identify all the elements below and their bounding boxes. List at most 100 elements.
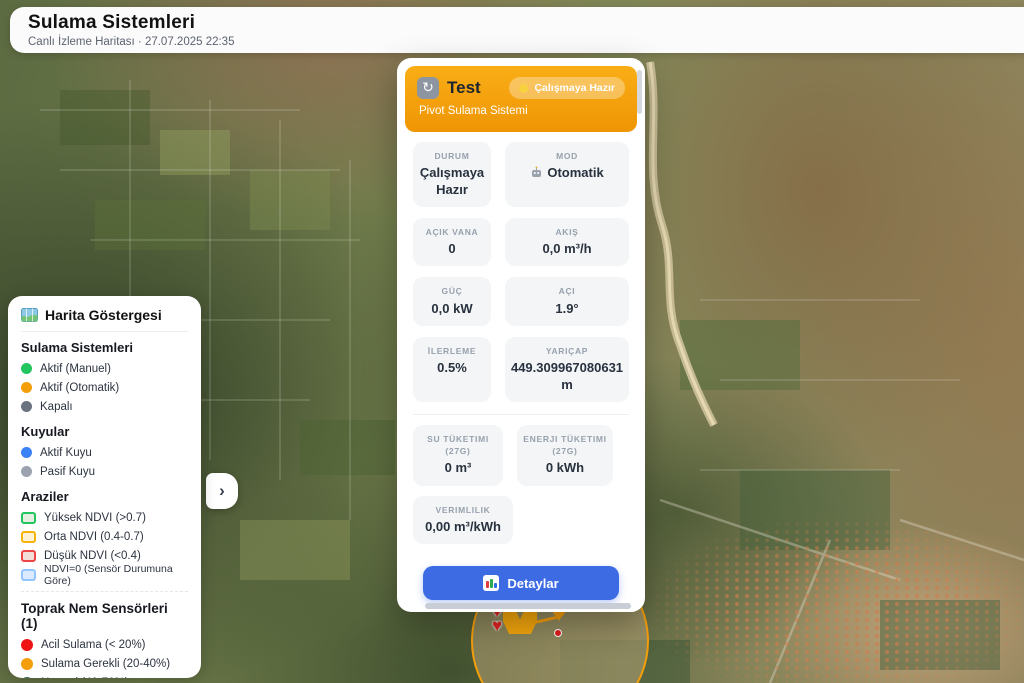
moisture-dot-green bbox=[21, 677, 33, 679]
status-dot-green bbox=[21, 363, 32, 374]
popup-header: ↻ Test Çalışmaya Hazır Pivot Sulama Sist… bbox=[405, 66, 637, 132]
map-town-area bbox=[644, 513, 1024, 683]
stat-tile-akis: AKIŞ 0,0 m³/h bbox=[505, 218, 629, 267]
stat-tile-guc: GÜÇ 0,0 kW bbox=[413, 277, 491, 326]
moisture-dot-red bbox=[21, 639, 33, 651]
system-popup-card: ↻ Test Çalışmaya Hazır Pivot Sulama Sist… bbox=[397, 58, 645, 612]
status-dot-gray bbox=[21, 466, 32, 477]
legend-item: Aktif (Otomatik) bbox=[21, 378, 188, 397]
legend-item-label: Düşük NDVI (<0.4) bbox=[44, 550, 141, 562]
legend-section-araziler: Araziler bbox=[21, 489, 188, 504]
legend-item: Sulama Gerekli (20-40%) bbox=[21, 654, 188, 673]
page-subtitle: Canlı İzleme Haritası · 27.07.2025 22:35 bbox=[28, 36, 234, 48]
horizontal-scrollbar[interactable] bbox=[425, 603, 631, 609]
stat-value: 0,0 m³/h bbox=[510, 241, 624, 257]
stat-label: YARIÇAP bbox=[510, 345, 624, 357]
sensor-heart-marker[interactable]: ♥ bbox=[492, 617, 502, 634]
stat-tile-aci: AÇI 1.9° bbox=[505, 277, 629, 326]
robot-icon bbox=[530, 166, 543, 183]
stat-label: SU TÜKETIMI (27G) bbox=[418, 433, 498, 458]
legend-section-kuyular: Kuyular bbox=[21, 424, 188, 439]
legend-item: Pasif Kuyu bbox=[21, 462, 188, 481]
ndvi-swatch-zero bbox=[21, 569, 36, 581]
legend-section-sensors: Toprak Nem Sensörleri (1) bbox=[21, 601, 188, 631]
vertical-scrollbar[interactable] bbox=[637, 70, 642, 114]
map-icon bbox=[21, 308, 38, 322]
stat-value: 1.9° bbox=[510, 301, 624, 317]
legend-divider bbox=[21, 591, 188, 592]
page-title: Sulama Sistemleri bbox=[28, 12, 234, 34]
details-button[interactable]: Detaylar bbox=[423, 566, 619, 600]
legend-expand-button[interactable]: › bbox=[206, 473, 238, 509]
stat-label: ENERJI TÜKETIMI (27G) bbox=[522, 433, 608, 458]
legend-title: Harita Göstergesi bbox=[45, 307, 162, 323]
stat-value: 0,00 m³/kWh bbox=[418, 519, 508, 535]
app-window: ♥ ♥ Sulama Sistemleri Canlı İzleme Harit… bbox=[0, 0, 1024, 683]
stat-label: VERIMLILIK bbox=[418, 504, 508, 516]
legend-header: Harita Göstergesi bbox=[21, 307, 188, 332]
stat-tile-mod: MOD Otomatik bbox=[505, 142, 629, 207]
legend-item: Yüksek NDVI (>0.7) bbox=[21, 508, 188, 527]
stat-value: 0,0 kW bbox=[418, 301, 486, 317]
stat-tile-enerji-tuketimi: ENERJI TÜKETIMI (27G) 0 kWh bbox=[517, 425, 613, 486]
stat-tile-acik-vana: AÇIK VANA 0 bbox=[413, 218, 491, 267]
stat-value: Otomatik bbox=[547, 165, 603, 180]
status-dot-orange bbox=[21, 382, 32, 393]
stat-tile-su-tuketimi: SU TÜKETIMI (27G) 0 m³ bbox=[413, 425, 503, 486]
stats-divider bbox=[413, 414, 629, 415]
stat-label: DURUM bbox=[418, 150, 486, 162]
system-type: Pivot Sulama Sistemi bbox=[419, 105, 625, 117]
legend-item: Aktif Kuyu bbox=[21, 443, 188, 462]
status-dot-gray bbox=[21, 401, 32, 412]
legend-section-sulama: Sulama Sistemleri bbox=[21, 340, 188, 355]
moisture-dot-orange bbox=[21, 658, 33, 670]
legend-item: Orta NDVI (0.4-0.7) bbox=[21, 527, 188, 546]
stat-value: 0 kWh bbox=[522, 460, 608, 476]
stat-value: 0.5% bbox=[418, 360, 486, 376]
status-badge: Çalışmaya Hazır bbox=[509, 77, 625, 99]
legend-item-label: Kapalı bbox=[40, 401, 73, 413]
stat-label: İLERLEME bbox=[418, 345, 486, 357]
bar-chart-icon bbox=[483, 575, 499, 591]
legend-item: Kapalı bbox=[21, 397, 188, 416]
stat-label: GÜÇ bbox=[418, 285, 486, 297]
stat-value: Çalışmaya Hazır bbox=[418, 165, 486, 198]
legend-item: NDVI=0 (Sensör Durumuna Göre) bbox=[21, 565, 188, 584]
legend-item: Aktif (Manuel) bbox=[21, 359, 188, 378]
legend-item: Normal (40-70%) bbox=[21, 673, 188, 678]
header-text-block: Sulama Sistemleri Canlı İzleme Haritası … bbox=[28, 12, 234, 48]
ndvi-swatch-high bbox=[21, 512, 36, 524]
stat-value: 0 m³ bbox=[418, 460, 498, 476]
endpoint-dot-marker[interactable] bbox=[554, 629, 562, 637]
ndvi-swatch-mid bbox=[21, 531, 36, 543]
legend-item-label: Pasif Kuyu bbox=[40, 466, 95, 478]
stat-tile-durum: DURUM Çalışmaya Hazır bbox=[413, 142, 491, 207]
stat-label: AÇI bbox=[510, 285, 624, 297]
legend-item-label: Aktif (Manuel) bbox=[40, 363, 111, 375]
legend-item-label: Aktif Kuyu bbox=[40, 447, 92, 459]
stat-value: 0 bbox=[418, 241, 486, 257]
stat-tile-yaricap: YARIÇAP 449.309967080631 m bbox=[505, 337, 629, 402]
status-badge-label: Çalışmaya Hazır bbox=[534, 82, 615, 94]
stats-area: DURUM Çalışmaya Hazır MOD bbox=[405, 132, 637, 600]
legend-item-label: Normal (40-70%) bbox=[41, 677, 129, 679]
stat-label: AKIŞ bbox=[510, 226, 624, 238]
status-dot-icon bbox=[519, 84, 528, 93]
legend-item-label: Orta NDVI (0.4-0.7) bbox=[44, 531, 144, 543]
legend-item-label: Aktif (Otomatik) bbox=[40, 382, 119, 394]
stat-tile-verimlilik: VERIMLILIK 0,00 m³/kWh bbox=[413, 496, 513, 545]
ndvi-swatch-low bbox=[21, 550, 36, 562]
chevron-right-icon: › bbox=[219, 481, 225, 500]
stat-label: AÇIK VANA bbox=[418, 226, 486, 238]
status-dot-blue bbox=[21, 447, 32, 458]
stat-value: 449.309967080631 m bbox=[510, 360, 624, 393]
stat-tile-ilerleme: İLERLEME 0.5% bbox=[413, 337, 491, 402]
system-name: Test bbox=[447, 78, 501, 98]
stat-label: MOD bbox=[510, 150, 624, 162]
legend-item: Acil Sulama (< 20%) bbox=[21, 635, 188, 654]
refresh-icon: ↻ bbox=[417, 77, 439, 99]
top-header-bar: Sulama Sistemleri Canlı İzleme Haritası … bbox=[10, 7, 1024, 53]
details-button-label: Detaylar bbox=[507, 576, 558, 591]
legend-item-label: Acil Sulama (< 20%) bbox=[41, 639, 146, 651]
map-legend-panel: Harita Göstergesi Sulama Sistemleri Akti… bbox=[8, 296, 201, 678]
